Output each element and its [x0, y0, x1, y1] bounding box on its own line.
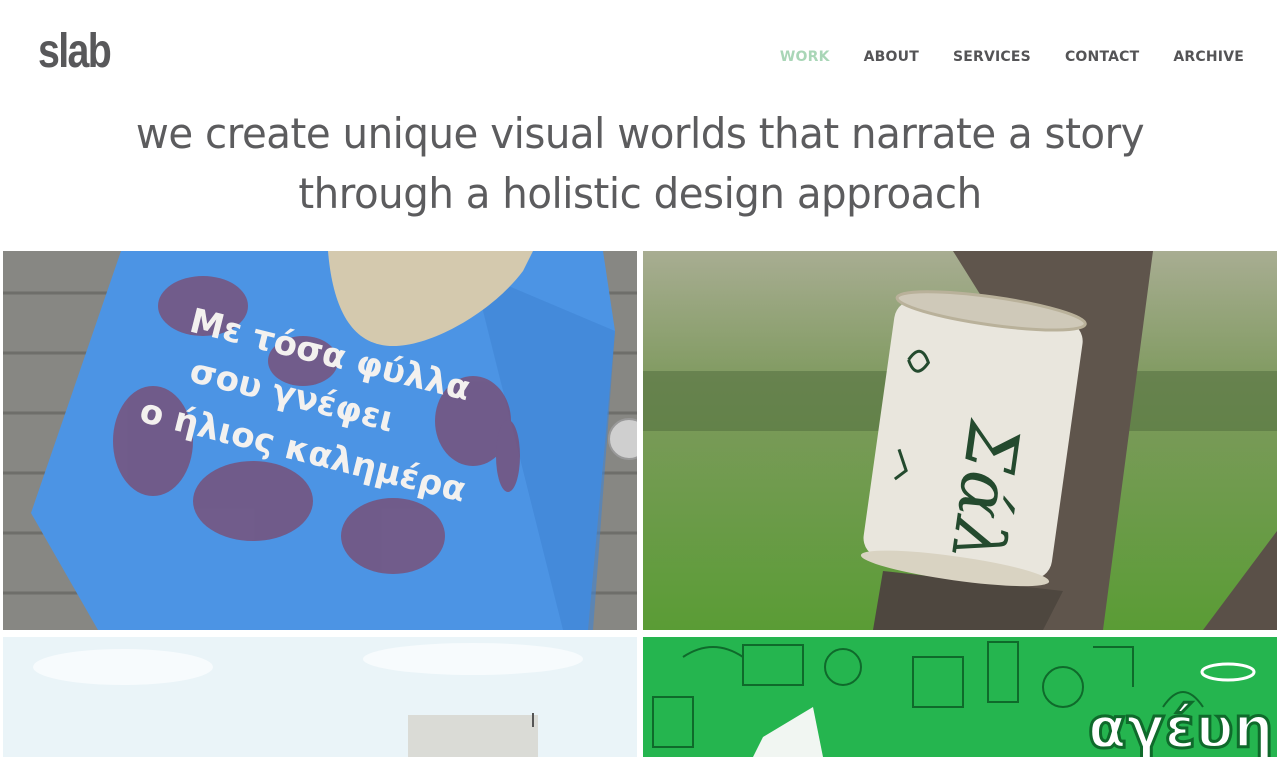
building-image — [3, 637, 637, 757]
hero-tagline-line-1: we create unique visual worlds that narr… — [135, 109, 1145, 158]
project-tile-tote-bag[interactable]: Με τόσα φύλλα σου γνέφει ο ήλιος καλημέρ… — [3, 251, 637, 630]
can-image: Σάλ — [643, 251, 1277, 630]
nav-item-archive[interactable]: ARCHIVE — [1173, 49, 1244, 65]
main-nav: WORK ABOUT SERVICES CONTACT ARCHIVE — [780, 49, 1244, 65]
project-tile-can[interactable]: Σάλ — [643, 251, 1277, 630]
nav-item-contact[interactable]: CONTACT — [1065, 49, 1139, 65]
green-brand-image: αγέυη — [643, 637, 1277, 757]
project-tile-green-brand[interactable]: αγέυη — [643, 637, 1277, 757]
site-header: slab WORK ABOUT SERVICES CONTACT ARCHIVE — [0, 0, 1280, 100]
hero-tagline-line-2: through a holistic design approach — [298, 169, 982, 218]
nav-item-work[interactable]: WORK — [780, 49, 830, 65]
green-brand-logo: αγέυη — [1088, 696, 1273, 757]
tote-bag-image: Με τόσα φύλλα σου γνέφει ο ήλιος καλημέρ… — [3, 251, 637, 630]
nav-item-about[interactable]: ABOUT — [864, 49, 919, 65]
nav-item-services[interactable]: SERVICES — [953, 49, 1031, 65]
hero-tagline: we create unique visual worlds that narr… — [26, 104, 1255, 224]
site-logo[interactable]: slab — [38, 24, 112, 80]
project-tile-building[interactable] — [3, 637, 637, 757]
